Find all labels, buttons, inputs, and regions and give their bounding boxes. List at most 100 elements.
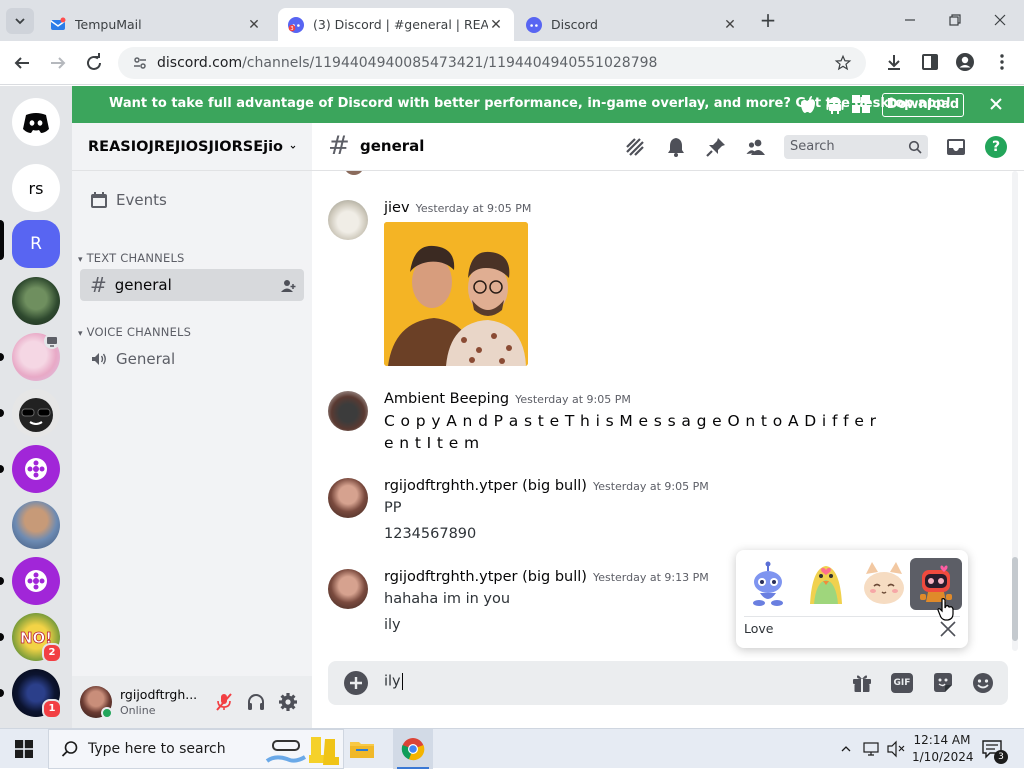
- close-banner-icon[interactable]: [989, 97, 1003, 111]
- discord-app: rs R NO! 2 1 Want to take full advantage…: [0, 86, 1024, 728]
- voice-channels-category[interactable]: ▾ VOICE CHANNELS: [78, 325, 191, 339]
- download-icon[interactable]: [884, 52, 904, 72]
- tab-close-icon[interactable]: ✕: [488, 17, 504, 33]
- forward-arrow-icon[interactable]: [46, 51, 70, 75]
- voice-channel-general[interactable]: General: [80, 343, 304, 375]
- author-name[interactable]: rgijodftrghth.ytper (big bull): [384, 478, 587, 494]
- sticker-suggestion[interactable]: [800, 558, 852, 610]
- hashtag-icon: #: [90, 273, 107, 297]
- author-name[interactable]: rgijodftrghth.ytper (big bull): [384, 569, 587, 585]
- upload-button[interactable]: [344, 671, 368, 695]
- minimize-button[interactable]: [900, 10, 920, 30]
- server-icon-sunglasses[interactable]: [12, 389, 60, 437]
- events-item[interactable]: Events: [80, 184, 304, 216]
- server-icon-film[interactable]: [12, 445, 60, 493]
- restore-button[interactable]: [945, 10, 965, 30]
- taskbar-search-box[interactable]: Type here to search: [48, 729, 344, 769]
- avatar[interactable]: [328, 200, 368, 240]
- headphones-icon[interactable]: [246, 692, 266, 712]
- partial-avatar: [344, 171, 364, 175]
- sticker-suggestion[interactable]: [858, 558, 910, 610]
- emoji-smiley-icon[interactable]: [971, 671, 995, 695]
- notification-count-badge: 3: [994, 750, 1008, 764]
- author-name[interactable]: jiev: [384, 200, 410, 216]
- tab-discord-general[interactable]: 3 (3) Discord | #general | REASIOJ ✕: [278, 8, 514, 41]
- clock-time: 12:14 AM: [913, 733, 971, 747]
- side-panel-icon[interactable]: [920, 52, 940, 72]
- message-scrollbar[interactable]: [1012, 171, 1018, 651]
- close-window-button[interactable]: [990, 10, 1010, 30]
- kebab-menu-icon[interactable]: [992, 52, 1012, 72]
- sticker-suggestion[interactable]: [742, 558, 794, 610]
- address-bar[interactable]: discord.com/channels/1194404940085473421…: [118, 47, 866, 79]
- clock[interactable]: 12:14 AM 1/10/2024: [912, 731, 974, 767]
- tab-close-icon[interactable]: ✕: [246, 17, 262, 33]
- avatar[interactable]: [328, 391, 368, 431]
- notification-bell-icon[interactable]: [665, 136, 687, 158]
- server-initials: rs: [28, 178, 44, 198]
- notification-center-button[interactable]: 3: [980, 737, 1008, 764]
- server-icon-r[interactable]: R: [12, 220, 60, 268]
- tab-discord[interactable]: Discord ✕: [516, 8, 748, 41]
- bookmark-star-icon[interactable]: [834, 54, 852, 72]
- network-icon[interactable]: [862, 740, 880, 758]
- server-icon-kid[interactable]: [12, 501, 60, 549]
- message-input[interactable]: ily: [384, 673, 403, 690]
- chevron-up-icon[interactable]: [840, 743, 852, 755]
- chrome-taskbar-icon[interactable]: [393, 729, 433, 769]
- category-label: VOICE CHANNELS: [86, 325, 192, 339]
- server-name: REASIOJREJIOSJIORSEjio: [88, 138, 284, 155]
- tab-title: TempuMail: [75, 17, 142, 32]
- member-list-icon[interactable]: [745, 136, 767, 158]
- gif-button[interactable]: GIF: [891, 673, 913, 693]
- avatar[interactable]: [328, 569, 368, 609]
- file-explorer-taskbar-icon[interactable]: [346, 733, 378, 765]
- mute-icon[interactable]: [214, 692, 234, 712]
- unread-pip: [0, 465, 4, 473]
- gift-icon[interactable]: [851, 672, 873, 694]
- channel-general[interactable]: # general: [80, 269, 304, 301]
- search-box[interactable]: Search: [784, 135, 928, 159]
- film-reel-icon: [25, 570, 47, 592]
- pin-icon[interactable]: [705, 136, 727, 158]
- message-composer: ily GIF: [328, 661, 1008, 705]
- site-info-icon[interactable]: [132, 55, 148, 71]
- volume-muted-icon[interactable]: [886, 740, 906, 758]
- chevron-down-icon: [290, 145, 296, 149]
- author-name[interactable]: Ambient Beeping: [384, 391, 509, 407]
- threads-icon[interactable]: [624, 136, 646, 158]
- image-attachment[interactable]: [384, 222, 528, 366]
- avatar[interactable]: [328, 478, 368, 518]
- close-suggestions-icon[interactable]: [939, 620, 957, 638]
- home-button[interactable]: [12, 98, 60, 146]
- screen-share-icon: [44, 333, 60, 349]
- server-icon-rs[interactable]: rs: [12, 164, 60, 212]
- timestamp: Yesterday at 9:05 PM: [592, 480, 709, 493]
- tab-search-button[interactable]: [6, 8, 34, 34]
- settings-gear-icon[interactable]: [278, 692, 298, 712]
- text-channels-category[interactable]: ▾ TEXT CHANNELS: [78, 251, 185, 265]
- download-app-button[interactable]: Download: [882, 93, 964, 117]
- server-icon-landscape[interactable]: [12, 277, 60, 325]
- new-tab-button[interactable]: +: [758, 10, 778, 30]
- back-arrow-icon[interactable]: [10, 51, 34, 75]
- tab-tempumail[interactable]: TempuMail ✕: [40, 8, 272, 41]
- windows-start-icon[interactable]: [15, 740, 33, 758]
- server-header[interactable]: REASIOJREJIOSJIORSEjio: [72, 123, 312, 171]
- server-initials: R: [30, 234, 42, 254]
- url-path: /channels/1194404940085473421/1194404940…: [242, 55, 658, 71]
- help-button[interactable]: ?: [985, 136, 1007, 158]
- tab-close-icon[interactable]: ✕: [722, 17, 738, 33]
- message-text: e n t I t e m: [384, 434, 480, 452]
- reload-icon[interactable]: [82, 51, 106, 75]
- scrollbar-thumb[interactable]: [1012, 557, 1018, 641]
- sticker-suggestions-popup: Love: [736, 550, 968, 648]
- create-invite-icon[interactable]: [280, 278, 296, 294]
- selected-server-pip: [0, 220, 4, 260]
- photo-two-men-image: [384, 222, 528, 366]
- server-icon-film-2[interactable]: [12, 557, 60, 605]
- message-author-line: jiev Yesterday at 9:05 PM: [384, 200, 531, 216]
- profile-icon[interactable]: [955, 52, 975, 72]
- inbox-icon[interactable]: [945, 136, 967, 158]
- sticker-icon[interactable]: [931, 671, 955, 695]
